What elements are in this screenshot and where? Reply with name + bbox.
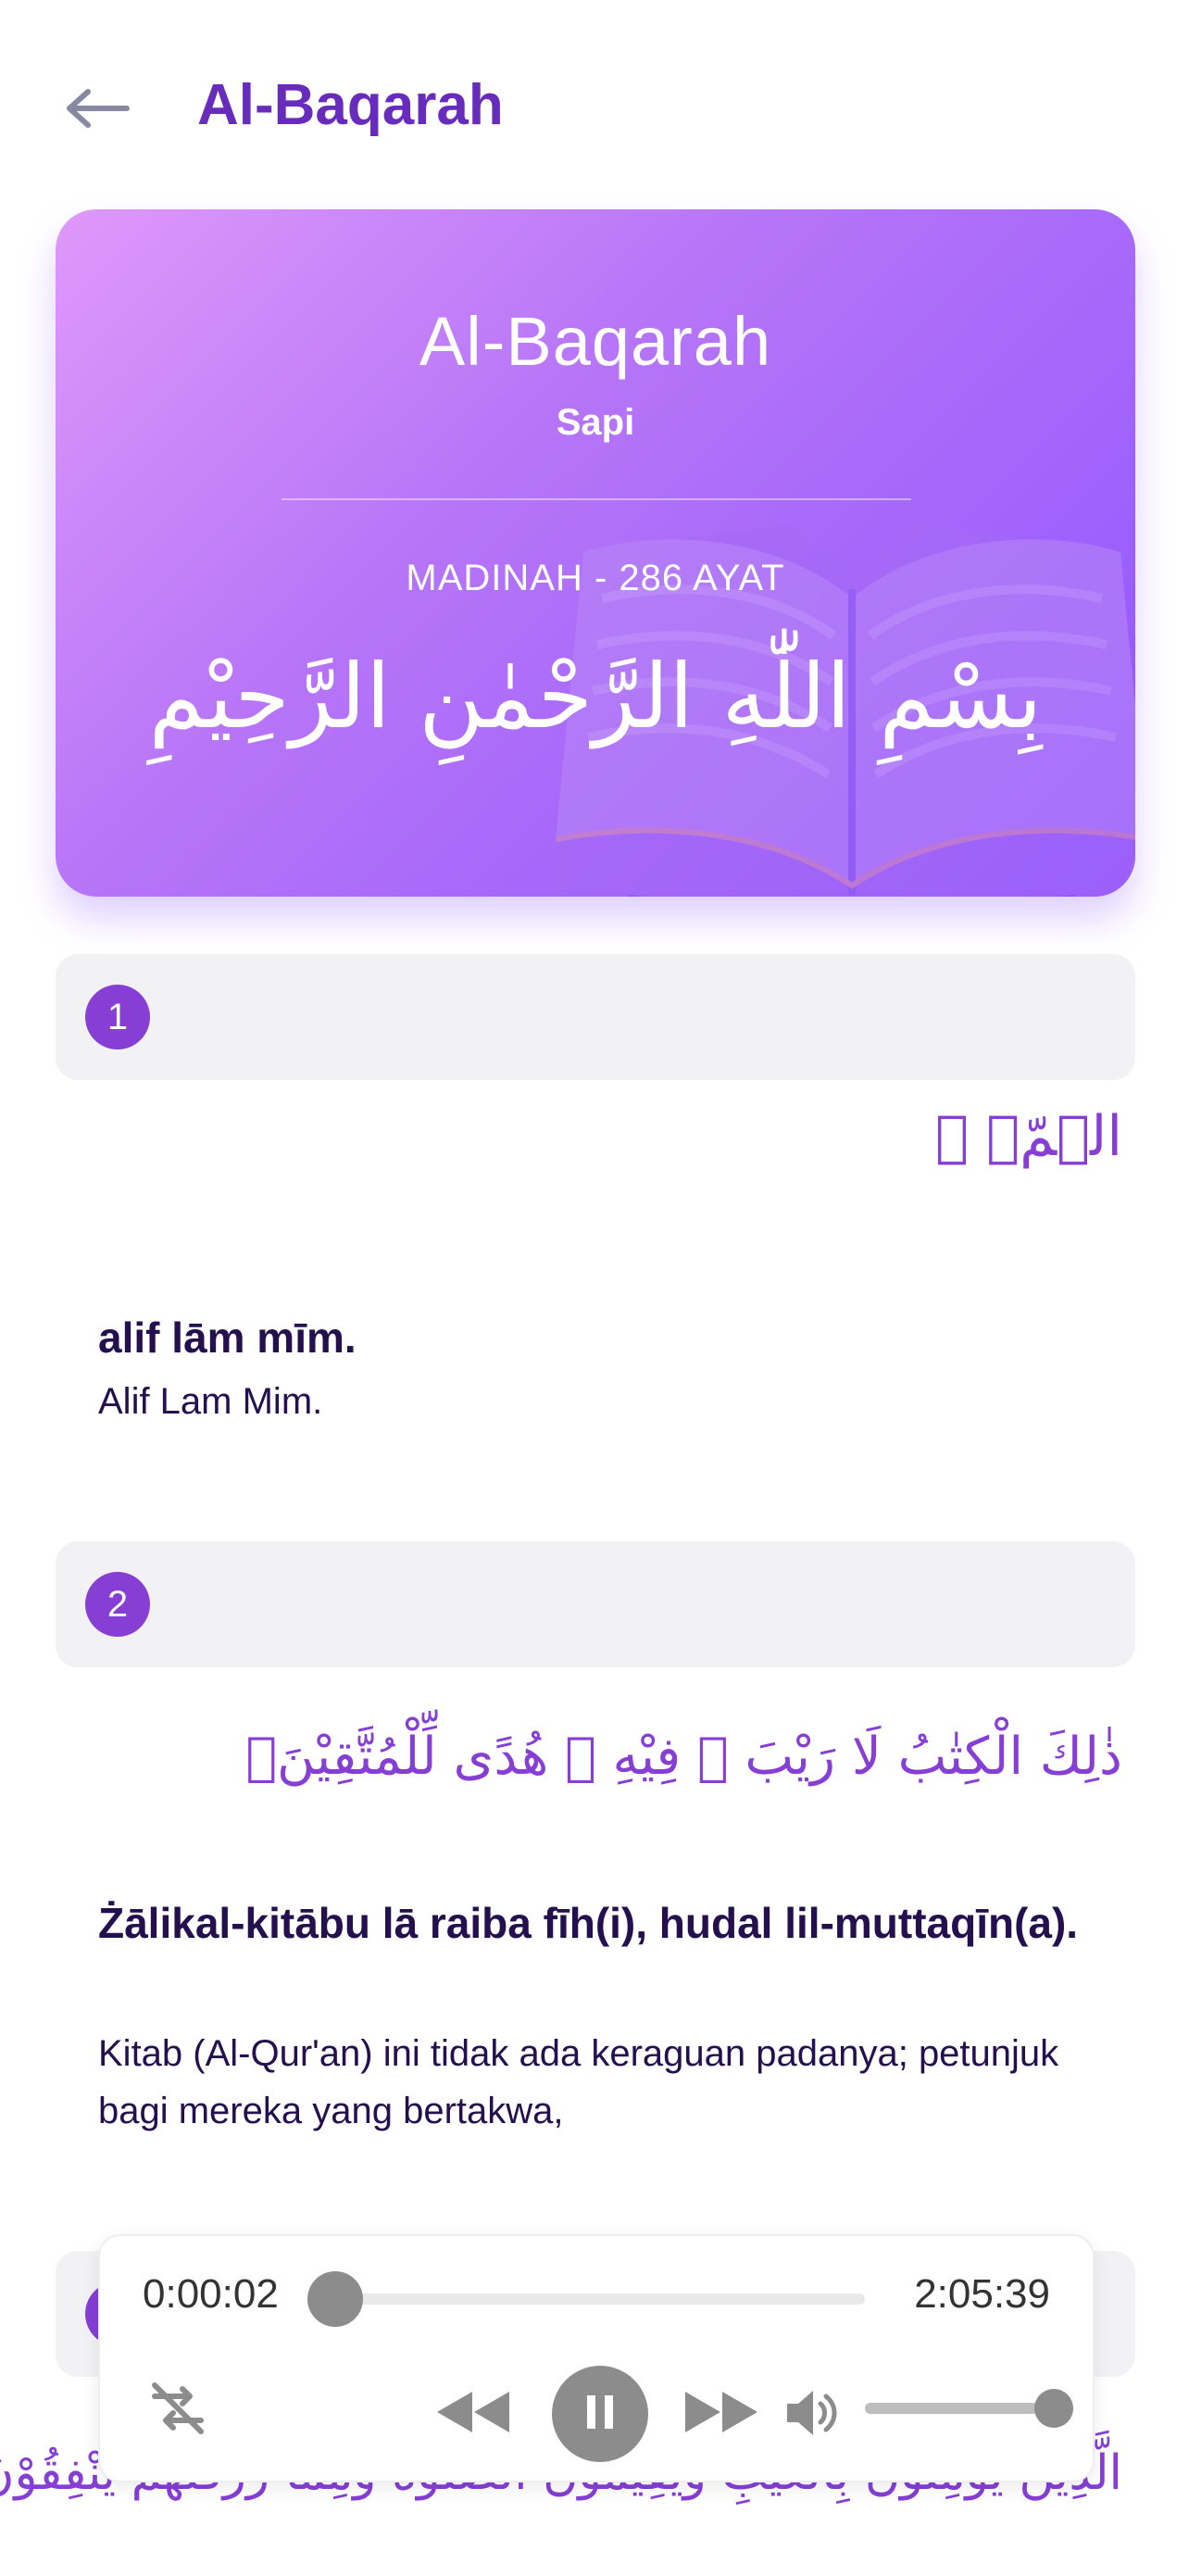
ayah-number-badge: 2 — [85, 1572, 150, 1637]
ayah-arabic: ذٰلِكَ الْكِتٰبُ لَا رَيْبَ ۛ فِيْهِ ۛ ه… — [245, 1727, 1122, 1787]
fast-forward-icon — [683, 2386, 761, 2443]
seek-slider[interactable] — [307, 2271, 865, 2327]
pause-icon — [582, 2392, 619, 2437]
audio-player: 0:00:02 2:05:39 — [98, 2234, 1095, 2482]
fast-forward-button[interactable] — [682, 2384, 763, 2444]
volume-icon — [783, 2385, 845, 2445]
page-title: Al-Baqarah — [197, 73, 504, 137]
total-time: 2:05:39 — [914, 2271, 1050, 2317]
surah-info-card: Al-Baqarah Sapi MADINAH - 286 AYAT بِسْم… — [56, 209, 1135, 897]
ayah-translation: Kitab (Al-Qur'an) ini tidak ada keraguan… — [98, 2033, 1059, 2131]
ayah-header: 2 — [56, 1541, 1135, 1667]
surah-name: Al-Baqarah — [419, 303, 772, 380]
shuffle-off-icon — [147, 2378, 208, 2444]
surah-meta: MADINAH - 286 AYAT — [406, 558, 785, 598]
rewind-icon — [433, 2386, 511, 2443]
ayah-number-badge: 1 — [85, 985, 150, 1049]
current-time: 0:00:02 — [143, 2271, 279, 2317]
ayah-latin: alif lām mīm. — [98, 1313, 357, 1362]
volume-level — [865, 2403, 1054, 2414]
arrow-left-icon — [66, 88, 131, 133]
volume-slider[interactable] — [865, 2389, 1073, 2428]
basmala-calligraphy: بِسْمِ اللّٰهِ الرَّحْمٰنِ الرَّحِيْمِ — [148, 645, 1043, 748]
divider — [282, 498, 911, 500]
rewind-button[interactable] — [432, 2384, 513, 2444]
back-button[interactable] — [61, 78, 135, 143]
surah-meaning: Sapi — [556, 402, 635, 443]
ayah-arabic: الۤمّۤ ۚ — [935, 1104, 1122, 1169]
seek-thumb[interactable] — [307, 2271, 364, 2327]
ayah-latin: Żālikal-kitābu lā raiba fīh(i), hudal li… — [98, 1899, 1079, 1947]
volume-button[interactable] — [782, 2382, 846, 2447]
app-header: Al-Baqarah — [0, 0, 1189, 213]
volume-thumb[interactable] — [1034, 2389, 1073, 2428]
pause-button[interactable] — [552, 2366, 648, 2462]
ayah-translation: Alif Lam Mim. — [98, 1381, 323, 1422]
ayah-header: 1 — [56, 954, 1135, 1080]
shuffle-button[interactable] — [143, 2375, 213, 2445]
